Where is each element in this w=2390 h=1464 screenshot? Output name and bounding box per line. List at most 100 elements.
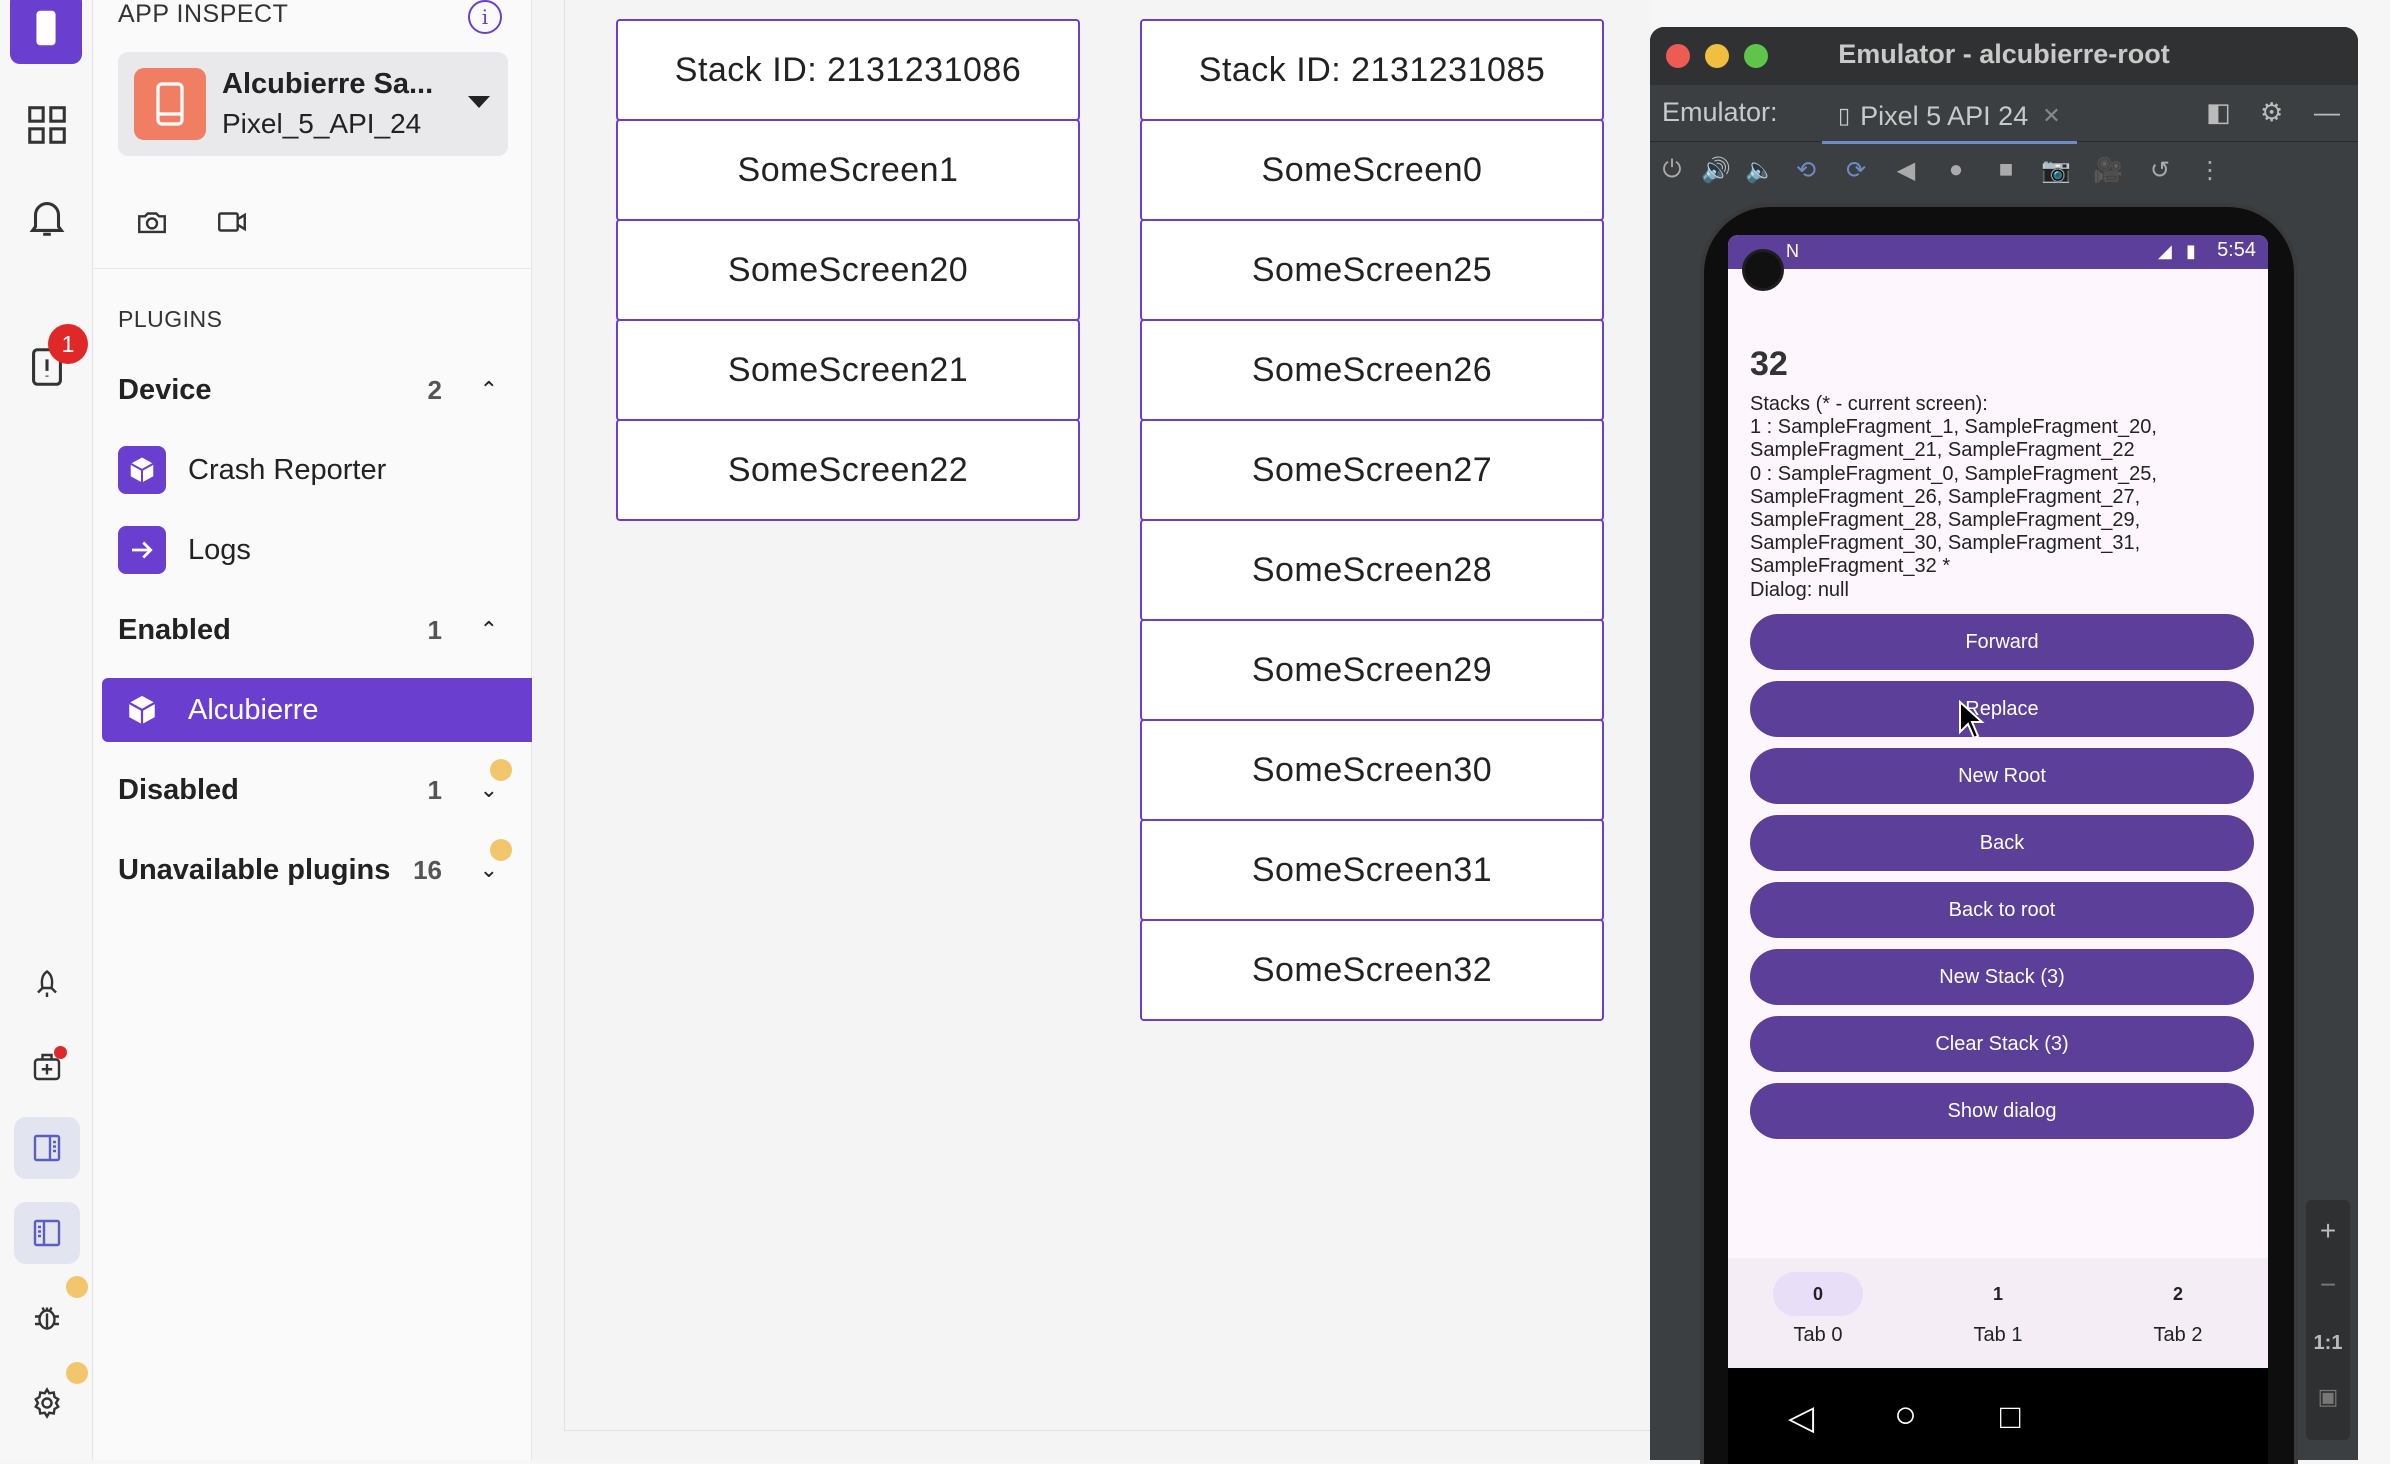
notifications-bell-icon[interactable] [12,182,82,252]
emulator-settings-gear-icon[interactable]: ⚙ [2260,97,2283,128]
stacks-text-line: SampleFragment_30, SampleFragment_31, [1750,532,2141,555]
more-options-icon[interactable]: ⋮ [2194,154,2226,186]
phone-frame: N ◢ ▮ 5:54 32 Stacks (* - current screen… [1700,203,2298,1464]
stack-screen-item[interactable]: SomeScreen0 [1140,119,1604,221]
stacks-text-line: 0 : SampleFragment_0, SampleFragment_25, [1750,462,2157,485]
device-selector[interactable]: Alcubierre Sa... Pixel_5_API_24 [118,52,508,156]
group-enabled[interactable]: Enabled 1 ⌃ [118,605,510,655]
app-action-button[interactable]: Forward [1750,614,2254,670]
group-count: 16 [413,854,442,885]
stack-screen-item[interactable]: SomeScreen32 [1140,919,1604,1021]
stacks-text-line: Dialog: null [1750,578,1849,601]
screen-counter: 32 [1750,345,1788,383]
zoom-in-icon[interactable]: + [2306,1206,2350,1256]
left-panel-toggle-icon[interactable] [14,1202,80,1264]
stack-screen-item[interactable]: SomeScreen21 [616,319,1080,421]
android-status-bar: N ◢ ▮ 5:54 [1728,235,2268,269]
tab-number: 0 [1773,1272,1863,1316]
bottom-nav-tab[interactable]: 0 Tab 0 [1758,1272,1878,1368]
bottom-nav-tab[interactable]: 2 Tab 2 [2118,1272,2238,1368]
window-mode-icon[interactable]: ◧ [2206,97,2231,128]
plugin-logs[interactable]: Logs [118,520,510,580]
group-unavailable[interactable]: Unavailable plugins 16 ⌄ [118,839,512,895]
back-icon[interactable]: ◀ [1890,154,1922,186]
app-action-button[interactable]: Back to root [1750,882,2254,938]
small-phone-icon: ▯ [1838,103,1851,128]
stacks-text-line: SampleFragment_32 * [1750,555,1951,578]
stack-screen-item[interactable]: SomeScreen27 [1140,419,1604,521]
info-icon[interactable]: i [468,0,502,34]
apps-grid-icon[interactable] [12,90,82,160]
stack-screen-item[interactable]: SomeScreen30 [1140,719,1604,821]
plugin-add-icon[interactable] [12,1032,82,1102]
group-count: 1 [427,614,442,645]
stack-screen-item[interactable]: SomeScreen29 [1140,619,1604,721]
warning-dot [490,839,512,861]
plugin-label: Crash Reporter [188,453,387,486]
tab-label: Tab 1 [1973,1324,2023,1346]
plugin-label: Alcubierre [188,693,319,726]
notification-icon: N [1786,241,1799,261]
snapshot-icon[interactable]: ↺ [2144,154,2176,186]
emulator-titlebar: Emulator - alcubierre-root [1650,27,2358,85]
app-action-button[interactable]: Back [1750,815,2254,871]
device-icon[interactable] [10,0,82,64]
stacks-text-line: 1 : SampleFragment_1, SampleFragment_20, [1750,416,2157,439]
plugin-crash-reporter[interactable]: Crash Reporter [118,440,510,500]
system-home-icon[interactable]: ○ [1894,1394,1917,1437]
bottom-nav-tab[interactable]: 1 Tab 1 [1938,1272,2058,1368]
settings-status-dot [66,1362,88,1384]
stack-screen-item[interactable]: SomeScreen31 [1140,819,1604,921]
power-icon[interactable]: ⏻ [1656,154,1688,186]
plugin-alcubierre[interactable]: Alcubierre [102,678,542,742]
group-device[interactable]: Device 2 ⌃ [118,365,510,415]
zoom-out-icon[interactable]: − [2306,1260,2350,1310]
stack-screen-item[interactable]: SomeScreen22 [616,419,1080,521]
group-count: 2 [427,374,442,405]
battery-icon: ▮ [2186,241,2196,261]
screenshot-camera-icon[interactable] [130,200,174,244]
app-action-button[interactable]: Show dialog [1750,1083,2254,1139]
rocket-icon[interactable] [12,950,82,1020]
stack-screen-item[interactable]: SomeScreen1 [616,119,1080,221]
rotate-right-icon[interactable]: ⟳ [1840,154,1872,186]
front-camera [1742,249,1784,291]
stack-header: Stack ID: 2131231085 [1140,19,1604,121]
system-recents-icon[interactable]: □ [2000,1398,2021,1437]
screenshot-icon[interactable]: 📷 [2040,154,2072,186]
app-action-button[interactable]: New Root [1750,748,2254,804]
zoom-actual-size[interactable]: 1:1 [2306,1318,2350,1368]
app-inspect-title: APP INSPECT [118,0,289,28]
emulator-tab-label: Pixel 5 API 24 [1860,100,2029,131]
stack-screen-item[interactable]: SomeScreen25 [1140,219,1604,321]
app-action-button[interactable]: Clear Stack (3) [1750,1016,2254,1072]
emulator-label: Emulator: [1662,97,1778,127]
status-clock: 5:54 [2217,239,2256,261]
volume-up-icon[interactable]: 🔊 [1700,154,1732,186]
overview-icon[interactable]: ■ [1990,154,2022,186]
close-tab-icon[interactable]: ✕ [2042,103,2060,129]
hide-panel-icon[interactable]: — [2314,97,2340,128]
box-icon [118,446,166,494]
home-icon[interactable]: ● [1940,154,1972,186]
group-count: 1 [427,774,442,805]
screen-record-icon[interactable]: 🎥 [2092,154,2124,186]
group-disabled[interactable]: Disabled 1 ⌄ [118,759,512,815]
emulator-device-tab[interactable]: ▯ Pixel 5 API 24 ✕ [1822,91,2077,144]
record-video-icon[interactable] [210,200,254,244]
stacks-text-line: SampleFragment_21, SampleFragment_22 [1750,439,2135,462]
stack-screen-item[interactable]: SomeScreen20 [616,219,1080,321]
group-label: Disabled [118,773,239,806]
right-panel-toggle-icon[interactable] [14,1117,80,1179]
plugin-add-dot [54,1046,67,1059]
activity-rail: 1 [0,0,93,1460]
volume-down-icon[interactable]: 🔈 [1744,154,1776,186]
system-back-icon[interactable]: ◁ [1788,1398,1814,1438]
stack-screen-item[interactable]: SomeScreen28 [1140,519,1604,621]
plugin-label: Logs [188,533,251,566]
fit-screen-icon[interactable]: ▣ [2306,1372,2350,1422]
app-action-button[interactable]: Replace [1750,681,2254,737]
stack-screen-item[interactable]: SomeScreen26 [1140,319,1604,421]
app-action-button[interactable]: New Stack (3) [1750,949,2254,1005]
rotate-left-icon[interactable]: ⟲ [1790,154,1822,186]
